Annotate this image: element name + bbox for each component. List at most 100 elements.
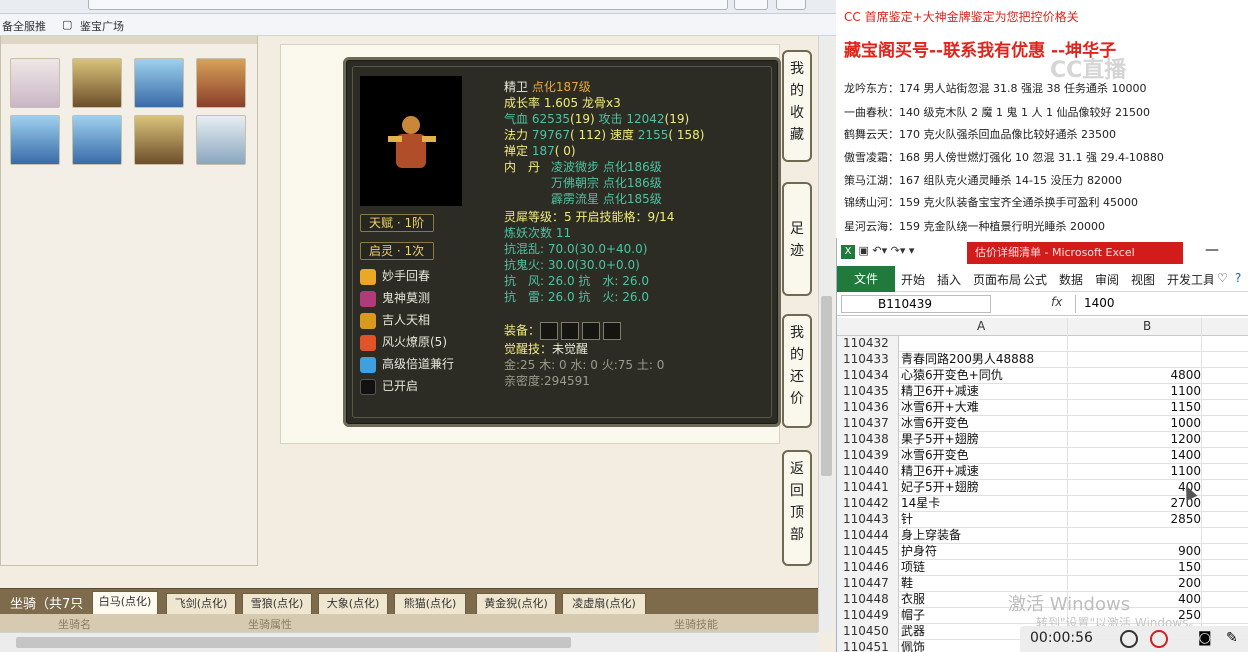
table-row[interactable]: 110443 针 2850 xyxy=(837,512,1248,528)
save-icon[interactable]: ▣ xyxy=(859,244,869,257)
skill-4[interactable]: 风火燎原(5) xyxy=(360,332,447,352)
horizontal-scrollbar[interactable] xyxy=(0,632,818,652)
address-dropdown[interactable] xyxy=(734,0,768,10)
fx-label[interactable]: fx xyxy=(1051,295,1062,309)
help-icon[interactable]: ? xyxy=(1235,271,1241,285)
cell-a[interactable]: 项链 xyxy=(901,560,1067,575)
pet-avatar-7[interactable] xyxy=(134,115,184,165)
fav-item-1[interactable]: 备全服推 xyxy=(2,18,46,34)
skill-1[interactable]: 妙手回春 xyxy=(360,266,430,286)
equip-slot-1[interactable] xyxy=(540,322,559,340)
equip-slot-4[interactable] xyxy=(603,322,622,340)
file-tab[interactable]: 文件 xyxy=(837,266,895,292)
tab-home[interactable]: 开始 xyxy=(901,271,925,288)
row-number[interactable]: 110449 xyxy=(837,608,899,624)
tab-insert[interactable]: 插入 xyxy=(937,271,961,288)
cell-b[interactable]: 4800 xyxy=(1067,368,1201,383)
table-row[interactable]: 110438 果子5开+翅膀 1200 xyxy=(837,432,1248,448)
cell-b[interactable]: 150 xyxy=(1067,560,1201,575)
row-number[interactable]: 110436 xyxy=(837,400,899,416)
mount-tab-5[interactable]: 熊猫(点化) xyxy=(394,593,466,615)
row-number[interactable]: 110451 xyxy=(837,640,899,652)
back-to-top-button[interactable]: 返回顶部 xyxy=(782,450,812,566)
cell-b[interactable]: 1100 xyxy=(1067,384,1201,399)
skill-2[interactable]: 鬼神莫测 xyxy=(360,288,430,308)
vertical-scrollbar[interactable] xyxy=(818,36,834,632)
refresh-button[interactable] xyxy=(776,0,806,10)
undo-icon[interactable]: ↶▾ xyxy=(872,244,887,257)
cell-b[interactable]: 1000 xyxy=(1067,416,1201,431)
table-row[interactable]: 110432 xyxy=(837,336,1248,352)
mount-tab-4[interactable]: 大象(点化) xyxy=(318,593,388,615)
pet-avatar-2[interactable] xyxy=(72,58,122,108)
cell-b[interactable]: 2700 xyxy=(1067,496,1201,511)
skill-6[interactable]: 已开启 xyxy=(360,376,418,396)
mount-tab-1[interactable]: 白马(点化) xyxy=(92,591,158,615)
cell-b[interactable]: 1400 xyxy=(1067,448,1201,463)
mount-tab-3[interactable]: 雪狼(点化) xyxy=(242,593,312,615)
pet-avatar-6[interactable] xyxy=(72,115,122,165)
column-a-header[interactable]: A xyxy=(977,319,985,333)
footprint-button[interactable]: 足迹 xyxy=(782,182,812,296)
pet-avatar-1[interactable] xyxy=(10,58,60,108)
cell-b[interactable]: 200 xyxy=(1067,576,1201,591)
row-number[interactable]: 110448 xyxy=(837,592,899,608)
pen-icon[interactable]: ✎ xyxy=(1226,630,1238,646)
cell-a[interactable]: 青春同路200男人48888 xyxy=(901,352,1067,367)
cell-a[interactable]: 果子5开+翅膀 xyxy=(901,432,1067,447)
table-row[interactable]: 110440 精卫6开+减速 1100 xyxy=(837,464,1248,480)
formula-input[interactable]: 1400 xyxy=(1075,295,1248,313)
row-number[interactable]: 110445 xyxy=(837,544,899,560)
pet-avatar-8[interactable] xyxy=(196,115,246,165)
table-row[interactable]: 110446 项链 150 xyxy=(837,560,1248,576)
pause-icon[interactable] xyxy=(1120,630,1138,648)
tab-review[interactable]: 审阅 xyxy=(1095,271,1119,288)
row-number[interactable]: 110447 xyxy=(837,576,899,592)
cell-b[interactable]: 1200 xyxy=(1067,432,1201,447)
name-box[interactable]: B110439 xyxy=(841,295,991,313)
tab-formulas[interactable]: 公式 xyxy=(1023,271,1047,288)
cell-a[interactable]: 精卫6开+减速 xyxy=(901,464,1067,479)
my-favorites-button[interactable]: 我的收藏 xyxy=(782,50,812,162)
cell-a[interactable]: 冰雪6开+大难 xyxy=(901,400,1067,415)
pet-avatar-3[interactable] xyxy=(134,58,184,108)
tab-developer[interactable]: 开发工具 xyxy=(1167,271,1213,288)
cell-a[interactable]: 心猿6开变色+同仇 xyxy=(901,368,1067,383)
cell-b[interactable]: 900 xyxy=(1067,544,1201,559)
address-bar[interactable] xyxy=(0,0,836,14)
talent-badge[interactable]: 天赋 · 1阶 xyxy=(360,214,434,232)
cell-a[interactable]: 冰雪6开变色 xyxy=(901,448,1067,463)
table-row[interactable]: 110435 精卫6开+减速 1100 xyxy=(837,384,1248,400)
row-number[interactable]: 110442 xyxy=(837,496,899,512)
tab-page-layout[interactable]: 页面布局 xyxy=(973,271,1021,288)
horizontal-scroll-thumb[interactable] xyxy=(16,637,571,648)
mount-tab-2[interactable]: 飞剑(点化) xyxy=(166,593,236,615)
fav-item-2[interactable]: 鉴宝广场 xyxy=(80,18,124,34)
mount-tab-7[interactable]: 凌虚扇(点化) xyxy=(562,593,646,615)
table-row[interactable]: 110444 身上穿装备 xyxy=(837,528,1248,544)
cell-b[interactable]: 1100 xyxy=(1067,464,1201,479)
table-row[interactable]: 110445 护身符 900 xyxy=(837,544,1248,560)
cell-b[interactable]: 1150 xyxy=(1067,400,1201,415)
redo-icon[interactable]: ↷▾ xyxy=(891,244,906,257)
pet-avatar-5[interactable] xyxy=(10,115,60,165)
skill-5[interactable]: 高级倍道兼行 xyxy=(360,354,454,374)
cell-a[interactable]: 精卫6开+减速 xyxy=(901,384,1067,399)
spirit-badge[interactable]: 启灵 · 1次 xyxy=(360,242,434,260)
pet-avatar-4[interactable] xyxy=(196,58,246,108)
row-number[interactable]: 110434 xyxy=(837,368,899,384)
row-number[interactable]: 110433 xyxy=(837,352,899,368)
camera-icon[interactable]: ◙ xyxy=(1198,630,1212,646)
row-number[interactable]: 110444 xyxy=(837,528,899,544)
row-number[interactable]: 110450 xyxy=(837,624,899,640)
table-row[interactable]: 110436 冰雪6开+大难 1150 xyxy=(837,400,1248,416)
row-number[interactable]: 110446 xyxy=(837,560,899,576)
url-field[interactable] xyxy=(88,0,728,10)
mount-tab-6[interactable]: 黄金猊(点化) xyxy=(476,593,556,615)
row-number[interactable]: 110440 xyxy=(837,464,899,480)
cell-a[interactable]: 妃子5开+翅膀 xyxy=(901,480,1067,495)
cell-a[interactable]: 护身符 xyxy=(901,544,1067,559)
column-b-header[interactable]: B xyxy=(1143,319,1151,333)
equip-slot-2[interactable] xyxy=(561,322,580,340)
table-row[interactable]: 110434 心猿6开变色+同仇 4800 xyxy=(837,368,1248,384)
